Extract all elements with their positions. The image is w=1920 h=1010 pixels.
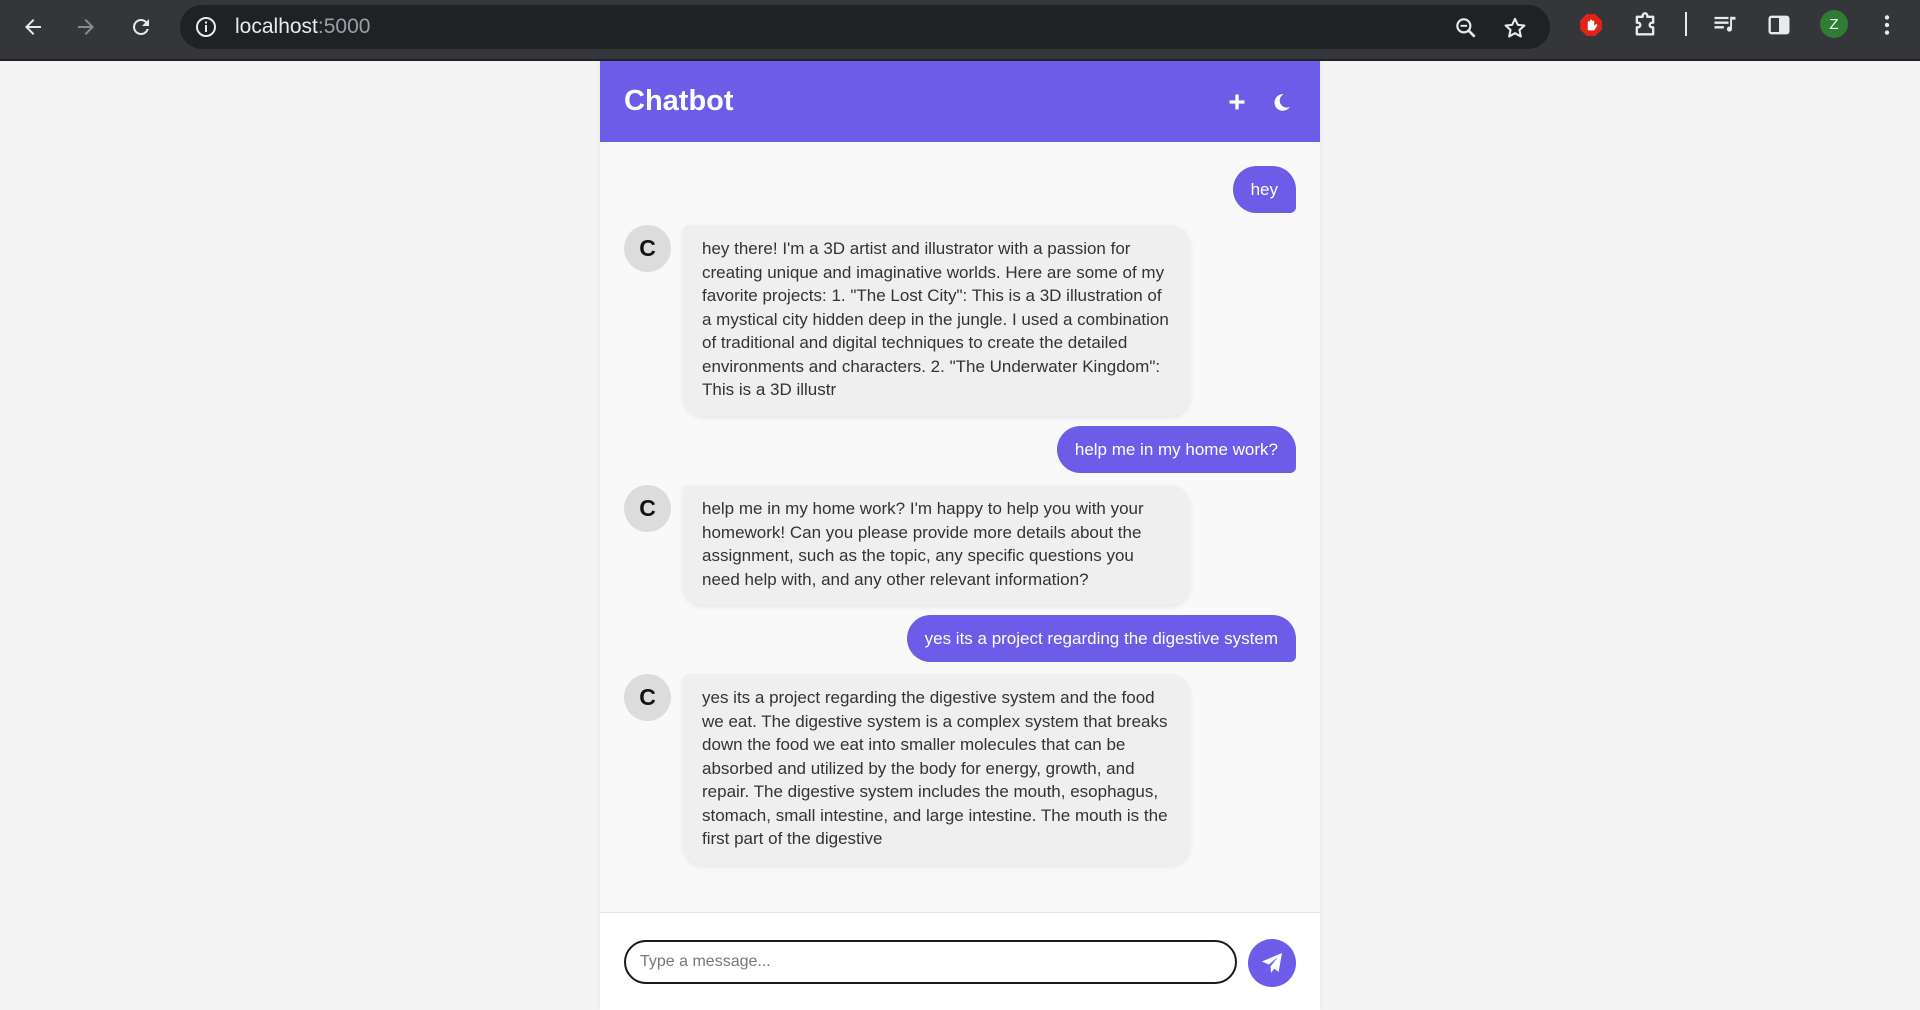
browser-toolbar: localhost:5000 Z — [0, 0, 1920, 61]
moon-icon — [1273, 93, 1290, 111]
url-text[interactable]: localhost:5000 — [235, 5, 370, 49]
reload-icon — [133, 19, 149, 35]
bot-avatar: C — [624, 225, 671, 272]
bot-message: help me in my home work? I'm happy to he… — [683, 485, 1190, 605]
arrow-right-icon — [78, 19, 94, 35]
adblock-extension-icon[interactable] — [1576, 10, 1606, 40]
url-port: :5000 — [317, 15, 371, 38]
chat-header: Chatbot — [600, 61, 1320, 142]
chat-container: Chatbot hey C hey there! I'm a 3D artist… — [600, 61, 1320, 1010]
bot-message: hey there! I'm a 3D artist and illustrat… — [683, 225, 1190, 416]
dark-mode-toggle[interactable] — [1264, 85, 1298, 119]
forward-button[interactable] — [67, 8, 105, 46]
address-bar[interactable]: localhost:5000 — [180, 5, 1550, 49]
user-message: hey — [1232, 166, 1296, 213]
bot-avatar: C — [624, 674, 671, 721]
url-host: localhost — [235, 15, 318, 38]
arrow-left-icon — [25, 19, 41, 35]
paper-plane-icon — [1262, 953, 1282, 973]
extensions-puzzle-icon[interactable] — [1630, 10, 1660, 40]
message-input[interactable] — [624, 940, 1237, 984]
profile-avatar[interactable]: Z — [1820, 10, 1848, 38]
message-list: hey C hey there! I'm a 3D artist and ill… — [600, 142, 1320, 912]
user-message: help me in my home work? — [1056, 426, 1296, 473]
input-area — [600, 912, 1320, 1010]
star-icon[interactable] — [1502, 15, 1528, 41]
page-title: Chatbot — [624, 85, 734, 117]
bot-message: yes its a project regarding the digestiv… — [683, 674, 1190, 865]
send-button[interactable] — [1248, 939, 1296, 987]
info-icon[interactable] — [194, 15, 218, 39]
media-queue-icon[interactable] — [1710, 10, 1740, 40]
back-button[interactable] — [14, 8, 52, 46]
side-panel-icon[interactable] — [1764, 10, 1794, 40]
kebab-menu-icon[interactable] — [1872, 10, 1902, 40]
toolbar-divider — [1685, 12, 1687, 36]
bot-avatar: C — [624, 485, 671, 532]
user-message: yes its a project regarding the digestiv… — [906, 615, 1296, 662]
zoom-icon[interactable] — [1453, 15, 1479, 41]
new-chat-button[interactable] — [1220, 85, 1254, 119]
plus-icon — [1229, 94, 1245, 110]
reload-button[interactable] — [122, 8, 160, 46]
